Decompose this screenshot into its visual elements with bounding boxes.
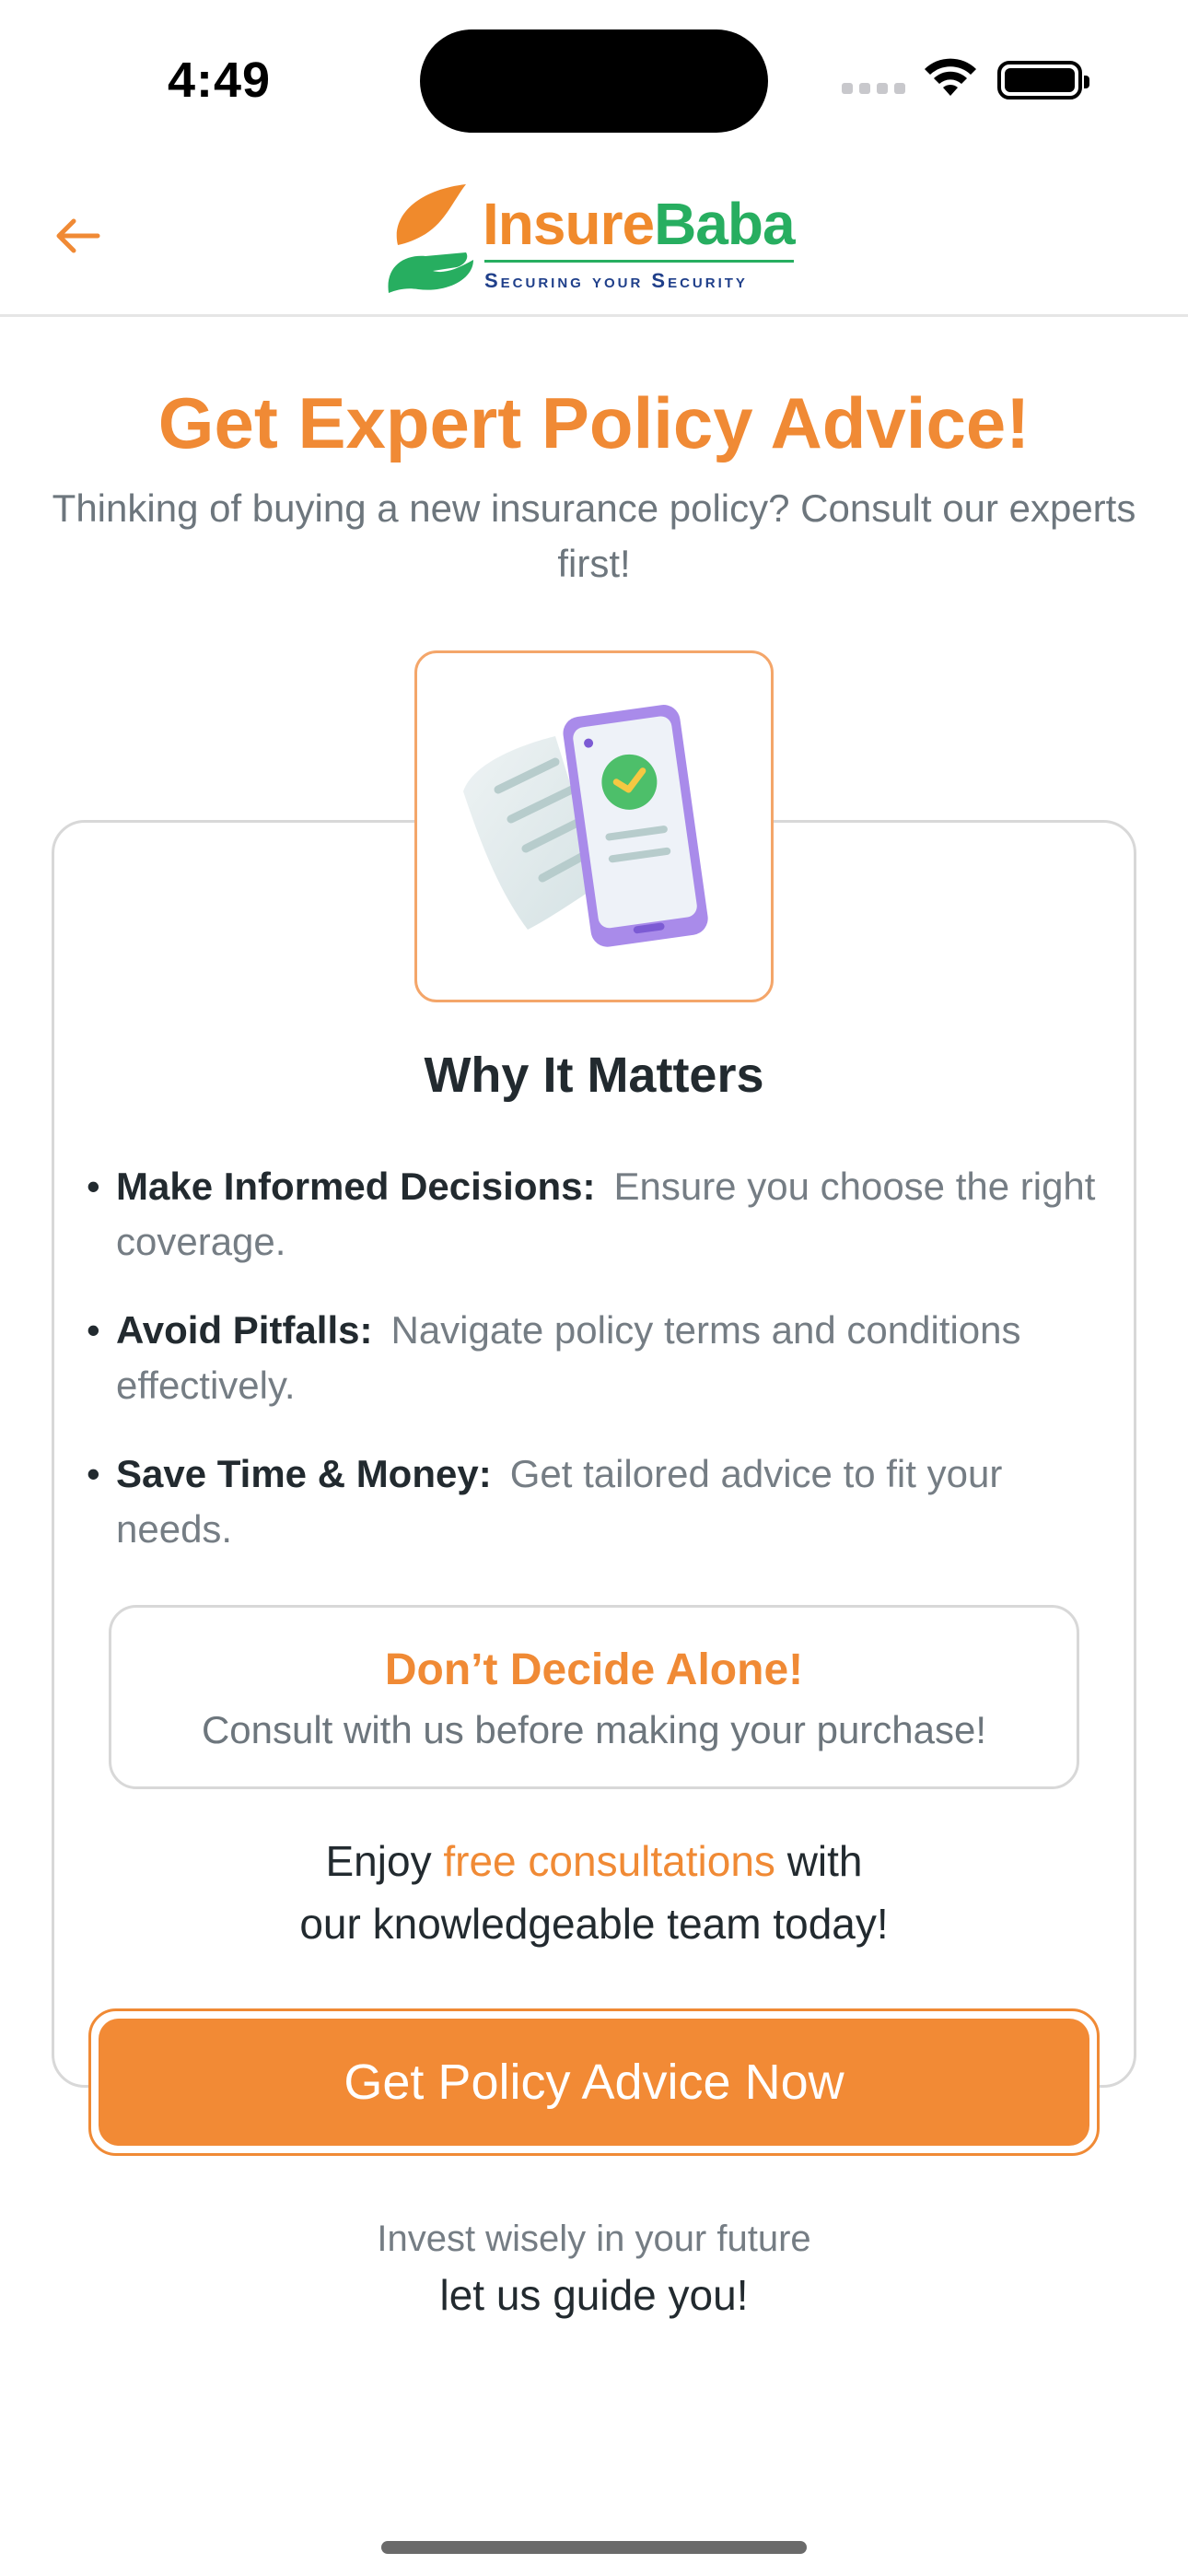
bullet-label: Save Time & Money: (116, 1452, 492, 1495)
consultation-suffix: with (786, 1837, 863, 1885)
footer-line1: Invest wisely in your future (377, 2219, 811, 2259)
footer-line2: let us guide you! (439, 2271, 749, 2319)
list-item: Avoid Pitfalls:Navigate policy terms and… (87, 1303, 1118, 1413)
list-item: Make Informed Decisions:Ensure you choos… (87, 1159, 1118, 1270)
bullet-label: Avoid Pitfalls: (116, 1308, 373, 1352)
callout-title: Don’t Decide Alone! (384, 1645, 804, 1694)
why-it-matters-title: Why It Matters (424, 1048, 764, 1103)
policy-document-phone-icon (463, 705, 708, 947)
logo-wordmark: InsureBaba (483, 191, 796, 257)
consultation-prefix: Enjoy (325, 1837, 432, 1885)
callout-box: Don’t Decide Alone! Consult with us befo… (109, 1605, 1079, 1789)
consultation-line2: our knowledgeable team today! (299, 1900, 889, 1948)
insurebaba-logo: InsureBaba Securing your Security (381, 179, 805, 299)
illustration-frame (414, 650, 774, 1002)
get-policy-advice-button[interactable]: Get Policy Advice Now (88, 2008, 1100, 2156)
app-header: InsureBaba Securing your Security (0, 166, 1188, 317)
bullet-label: Make Informed Decisions: (116, 1165, 596, 1208)
arrow-left-icon (56, 218, 100, 253)
leaf-hand-logo-icon (388, 184, 473, 293)
wifi-icon (925, 58, 976, 96)
consultation-highlight: free consultations (443, 1837, 775, 1885)
callout-text: Consult with us before making your purch… (201, 1708, 987, 1751)
cta-label: Get Policy Advice Now (99, 2019, 1089, 2146)
benefits-list: Make Informed Decisions:Ensure you choos… (87, 1159, 1118, 1590)
back-button[interactable] (44, 203, 111, 269)
list-item: Save Time & Money:Get tailored advice to… (87, 1446, 1118, 1557)
cellular-signal-icon (842, 83, 905, 94)
home-indicator[interactable] (381, 2541, 807, 2554)
dynamic-island (420, 29, 768, 133)
consultation-text: Enjoy free consultations with our knowle… (0, 1830, 1188, 1955)
page-subtitle: Thinking of buying a new insurance polic… (52, 486, 1136, 585)
status-time: 4:49 (168, 53, 272, 108)
page-title: Get Expert Policy Advice! (157, 382, 1031, 463)
logo-tagline: Securing your Security (484, 269, 748, 292)
battery-icon (997, 61, 1089, 100)
logo-underline (484, 260, 794, 263)
